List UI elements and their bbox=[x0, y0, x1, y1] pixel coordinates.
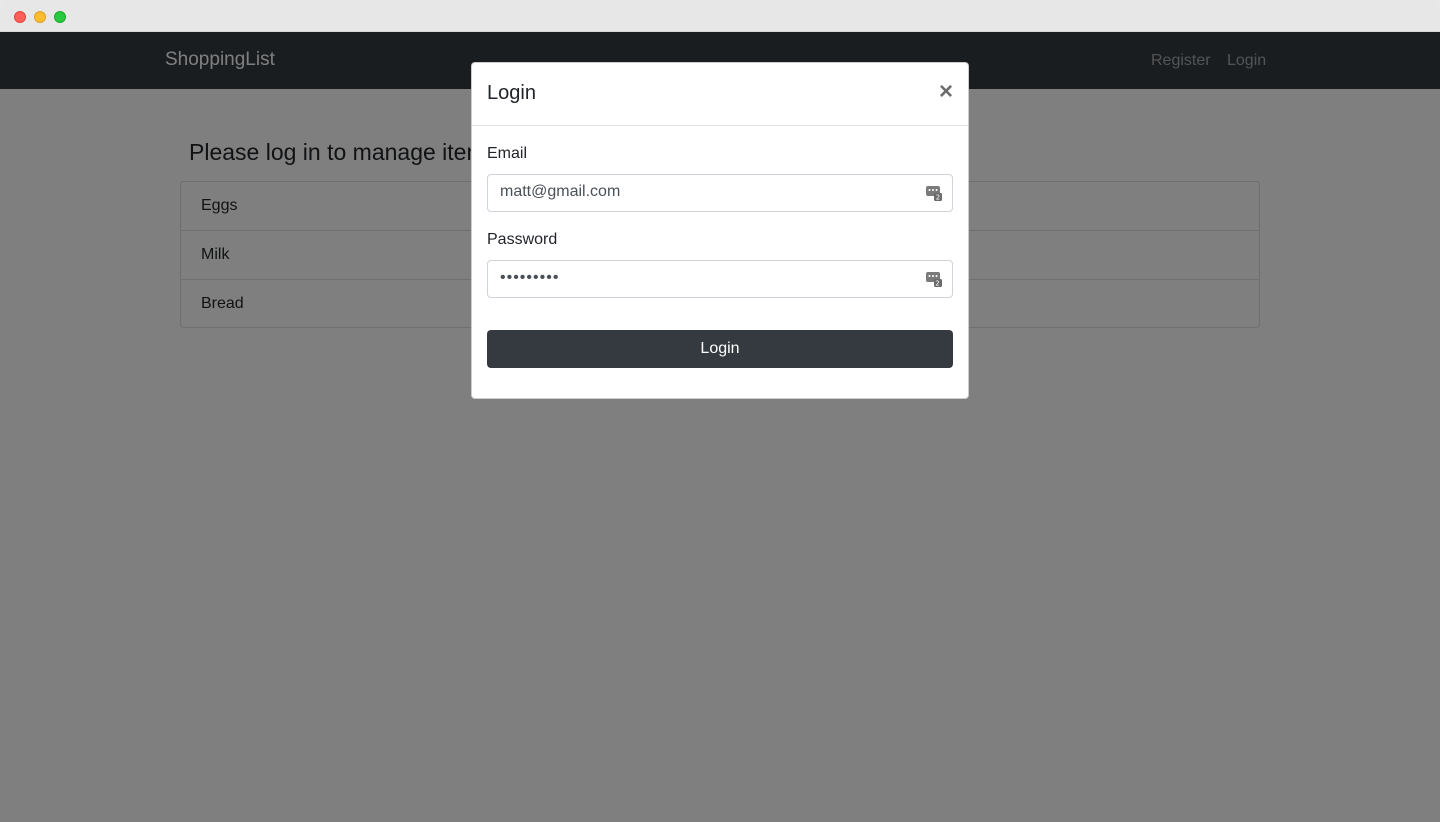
svg-text:2: 2 bbox=[935, 280, 940, 288]
window-titlebar bbox=[0, 0, 1440, 32]
login-submit-button[interactable]: Login bbox=[487, 330, 953, 368]
modal-title: Login bbox=[487, 82, 536, 104]
close-icon[interactable]: × bbox=[939, 80, 953, 104]
modal-header: Login × bbox=[472, 63, 968, 126]
email-field[interactable]: matt@gmail.com 2 bbox=[487, 174, 953, 212]
svg-text:2: 2 bbox=[936, 194, 940, 202]
password-label: Password bbox=[487, 231, 558, 248]
password-manager-icon[interactable]: 2 bbox=[926, 271, 942, 287]
password-field[interactable]: ••••••••• 2 bbox=[487, 260, 953, 298]
close-window-icon[interactable] bbox=[14, 11, 26, 23]
password-value: ••••••••• bbox=[500, 269, 560, 286]
minimize-window-icon[interactable] bbox=[34, 11, 46, 23]
email-value: matt@gmail.com bbox=[500, 183, 621, 200]
browser-window: ShoppingList Register Login Please log i… bbox=[0, 0, 1440, 822]
maximize-window-icon[interactable] bbox=[54, 11, 66, 23]
login-modal: Login × Email matt@gmail.com 2 Password … bbox=[471, 62, 969, 399]
password-manager-icon[interactable]: 2 bbox=[926, 185, 942, 201]
page-viewport: ShoppingList Register Login Please log i… bbox=[0, 32, 1440, 822]
email-label: Email bbox=[487, 145, 528, 162]
